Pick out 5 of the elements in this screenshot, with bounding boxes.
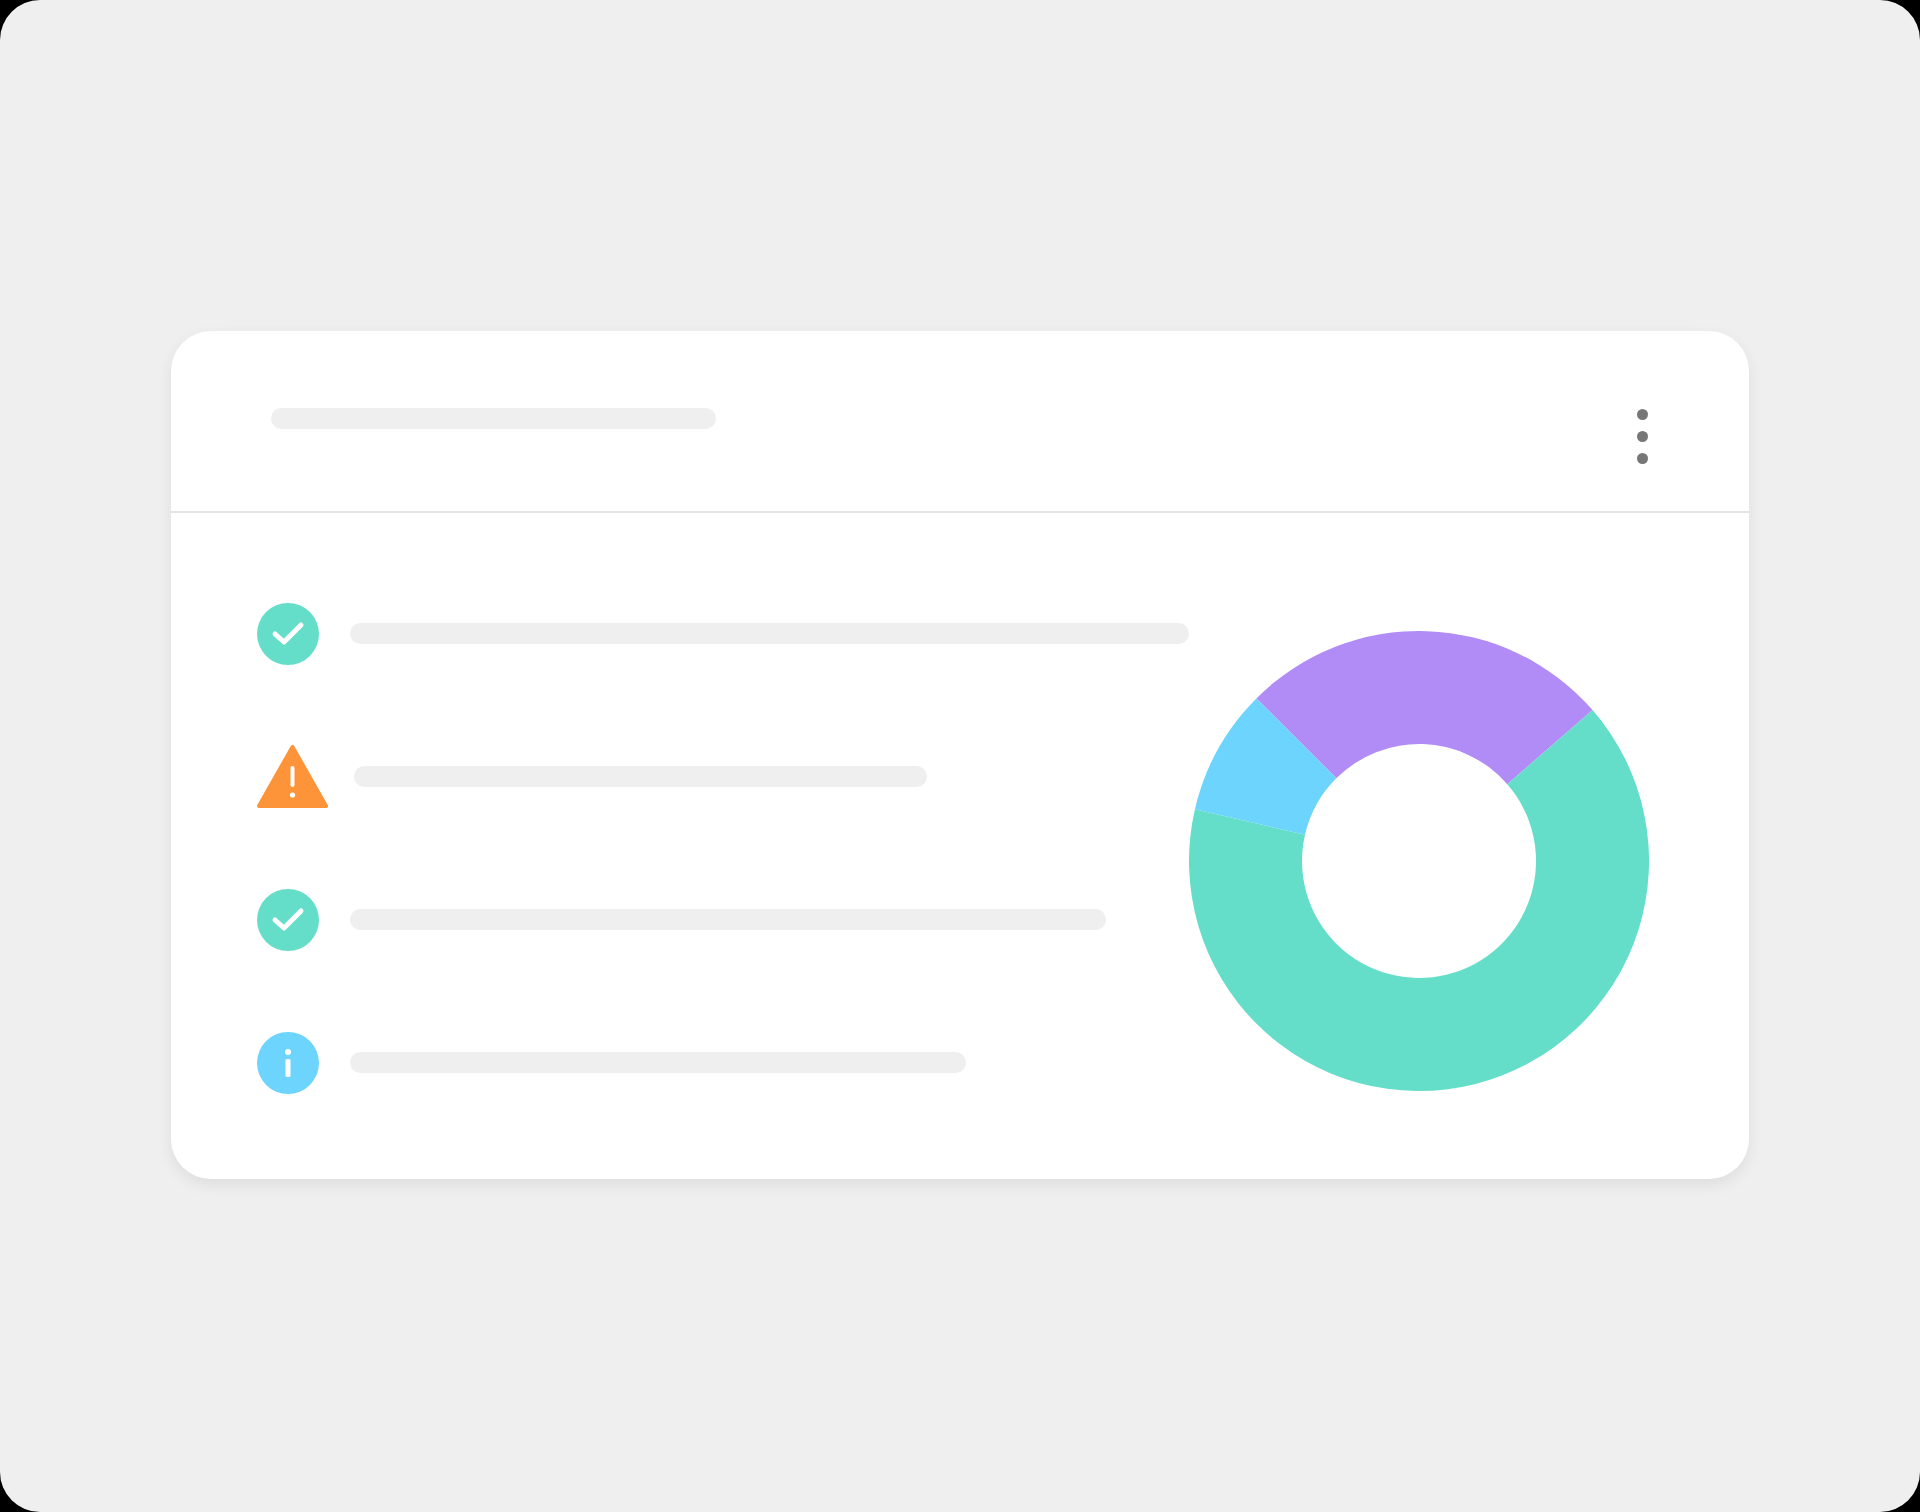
- check-circle-icon: [257, 888, 319, 951]
- more-menu-icon[interactable]: [1637, 409, 1648, 464]
- info-icon: [257, 1031, 319, 1094]
- warning-icon: [257, 744, 328, 809]
- check-circle-icon: [257, 602, 319, 665]
